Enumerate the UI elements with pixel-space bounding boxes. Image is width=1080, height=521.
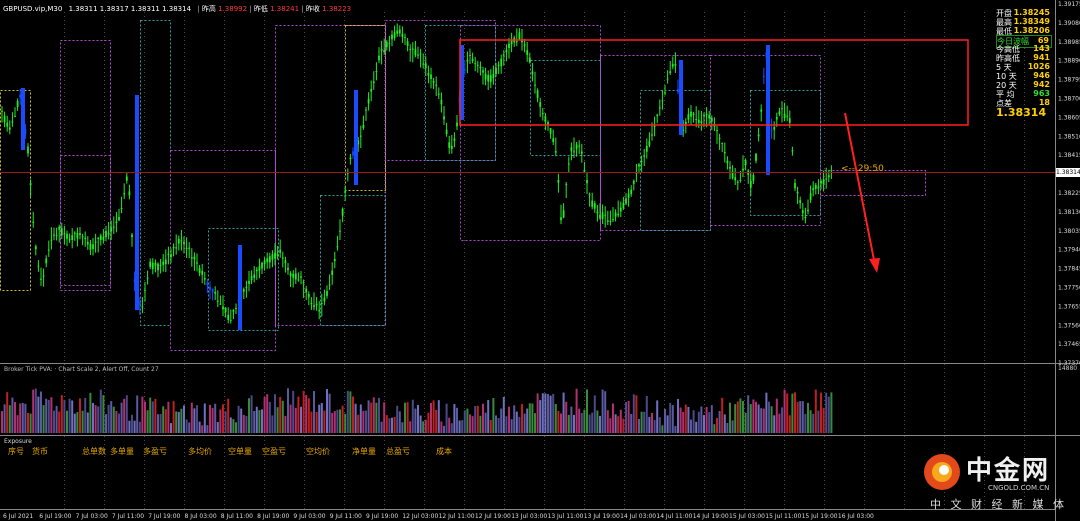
time-axis-label: 15 Jul 03:00 bbox=[729, 513, 765, 520]
info-row-value: 1.38206 bbox=[1013, 26, 1050, 35]
time-axis-label: 9 Jul 19:00 bbox=[366, 513, 398, 520]
price-axis-label: 1.38225 bbox=[1058, 190, 1080, 197]
price-axis: 1.39175 1.39080 1.38985 1.38890 1.38795 1.387… bbox=[1058, 1, 1080, 367]
down-arrow bbox=[844, 112, 880, 273]
exposure-column-header: 净单量 bbox=[352, 447, 376, 456]
price-axis-label: 1.37940 bbox=[1058, 247, 1080, 254]
trading-terminal: GBPUSD.vip,M30 1.38311 1.38317 1.38311 1… bbox=[0, 0, 1080, 521]
info-row-value: 942 bbox=[1033, 80, 1050, 89]
exposure-column-header: 多均价 bbox=[188, 447, 212, 456]
current-price-tag: 1.38314 bbox=[1056, 168, 1080, 177]
time-axis-label: 6 Jul 2021 bbox=[3, 513, 33, 520]
exposure-column-header: 空盈亏 bbox=[262, 447, 286, 456]
price-axis-label: 1.38035 bbox=[1058, 228, 1080, 235]
price-axis-label: 1.38415 bbox=[1058, 152, 1080, 159]
time-axis: 6 Jul 2021 6 Jul 19:00 7 Jul 03:00 7 Jul 11… bbox=[3, 513, 874, 520]
resistance-zone[interactable] bbox=[459, 39, 969, 126]
price-axis-label: 1.37465 bbox=[1058, 341, 1080, 348]
time-axis-label: 12 Jul 03:00 bbox=[402, 513, 438, 520]
price-axis-label: 1.37560 bbox=[1058, 322, 1080, 329]
watermark-domain: CNGOLD.COM.CN bbox=[988, 484, 1050, 492]
info-row-value: 1026 bbox=[1027, 62, 1050, 71]
time-axis-label: 16 Jul 03:00 bbox=[838, 513, 874, 520]
time-axis-label: 13 Jul 11:00 bbox=[548, 513, 584, 520]
time-axis-label: 7 Jul 11:00 bbox=[112, 513, 144, 520]
watermark: 中金网 CNGOLD.COM.CN 中 文 财 经 新 媒 体 bbox=[922, 446, 1072, 511]
exposure-column-header: 空单量 bbox=[228, 447, 252, 456]
price-axis-label: 1.38605 bbox=[1058, 114, 1080, 121]
time-axis-label: 9 Jul 03:00 bbox=[293, 513, 325, 520]
price-axis-label: 1.38700 bbox=[1058, 96, 1080, 103]
price-axis-label: 1.38795 bbox=[1058, 77, 1080, 84]
bar-countdown: <-- 29:50 bbox=[841, 164, 884, 174]
time-axis-label: 14 Jul 11:00 bbox=[656, 513, 692, 520]
info-row-value: 1.38349 bbox=[1013, 17, 1050, 26]
exposure-column-header: 多单量 bbox=[110, 447, 134, 456]
price-axis-label: 1.37845 bbox=[1058, 266, 1080, 273]
exposure-column-header: 序号 bbox=[8, 447, 24, 456]
price-chart[interactable]: 1.39175 1.39080 1.38985 1.38890 1.38795 1.387… bbox=[0, 0, 1080, 521]
watermark-brand: 中金网 bbox=[966, 456, 1051, 486]
exposure-title: Exposure bbox=[4, 438, 32, 445]
tick-volume-bars bbox=[1, 388, 833, 433]
price-axis-label: 1.37655 bbox=[1058, 303, 1080, 310]
price-axis-label: 1.38985 bbox=[1058, 39, 1080, 46]
time-axis-label: 13 Jul 19:00 bbox=[584, 513, 620, 520]
price-axis-label: 1.37750 bbox=[1058, 285, 1080, 292]
time-axis-label: 6 Jul 19:00 bbox=[39, 513, 71, 520]
info-row-value: 143 bbox=[1033, 44, 1050, 53]
exposure-column-header: 成本 bbox=[436, 447, 452, 456]
info-row-value: 941 bbox=[1033, 53, 1050, 62]
price-axis-label: 1.38510 bbox=[1058, 133, 1080, 140]
indicator-axis-label: 14880 bbox=[1058, 365, 1078, 372]
time-axis-label: 15 Jul 19:00 bbox=[802, 513, 838, 520]
indicator-title: Broker Tick PVA: · Chart Scale 2, Alert … bbox=[4, 366, 159, 373]
cngold-logo-icon bbox=[924, 454, 960, 490]
exposure-column-header: 货币 bbox=[32, 447, 48, 456]
watermark-slogan: 中 文 财 经 新 媒 体 bbox=[930, 498, 1067, 511]
time-axis-label: 7 Jul 03:00 bbox=[76, 513, 108, 520]
price-axis-label: 1.39175 bbox=[1058, 1, 1080, 8]
exposure-column-header: 总单数 bbox=[82, 447, 106, 456]
exposure-column-header: 多盈亏 bbox=[143, 447, 167, 456]
exposure-column-header: 空均价 bbox=[306, 447, 330, 456]
time-axis-label: 12 Jul 19:00 bbox=[475, 513, 511, 520]
price-axis-label: 1.39080 bbox=[1058, 20, 1080, 27]
time-axis-label: 13 Jul 03:00 bbox=[511, 513, 547, 520]
time-axis-label: 7 Jul 19:00 bbox=[148, 513, 180, 520]
info-row-value: 946 bbox=[1033, 71, 1050, 80]
info-row-value: 1.38245 bbox=[1013, 8, 1050, 17]
info-panel: 开盘 1.38245 最高 1.38349 最低 1.38206 今日波幅 69 今高低 143 昨… bbox=[996, 8, 1052, 120]
time-axis-label: 9 Jul 11:00 bbox=[330, 513, 362, 520]
time-axis-label: 12 Jul 11:00 bbox=[439, 513, 475, 520]
time-axis-label: 8 Jul 19:00 bbox=[257, 513, 289, 520]
time-axis-label: 8 Jul 11:00 bbox=[221, 513, 253, 520]
time-axis-label: 8 Jul 03:00 bbox=[185, 513, 217, 520]
candles bbox=[1, 23, 833, 330]
price-axis-label: 1.38890 bbox=[1058, 58, 1080, 65]
info-row-value: 963 bbox=[1033, 89, 1050, 98]
time-axis-label: 15 Jul 11:00 bbox=[765, 513, 801, 520]
time-axis-label: 14 Jul 19:00 bbox=[693, 513, 729, 520]
exposure-column-header: 总盈亏 bbox=[386, 447, 410, 456]
time-axis-label: 14 Jul 03:00 bbox=[620, 513, 656, 520]
current-price-big: 1.38314 bbox=[996, 106, 1047, 119]
price-axis-label: 1.38130 bbox=[1058, 209, 1080, 216]
